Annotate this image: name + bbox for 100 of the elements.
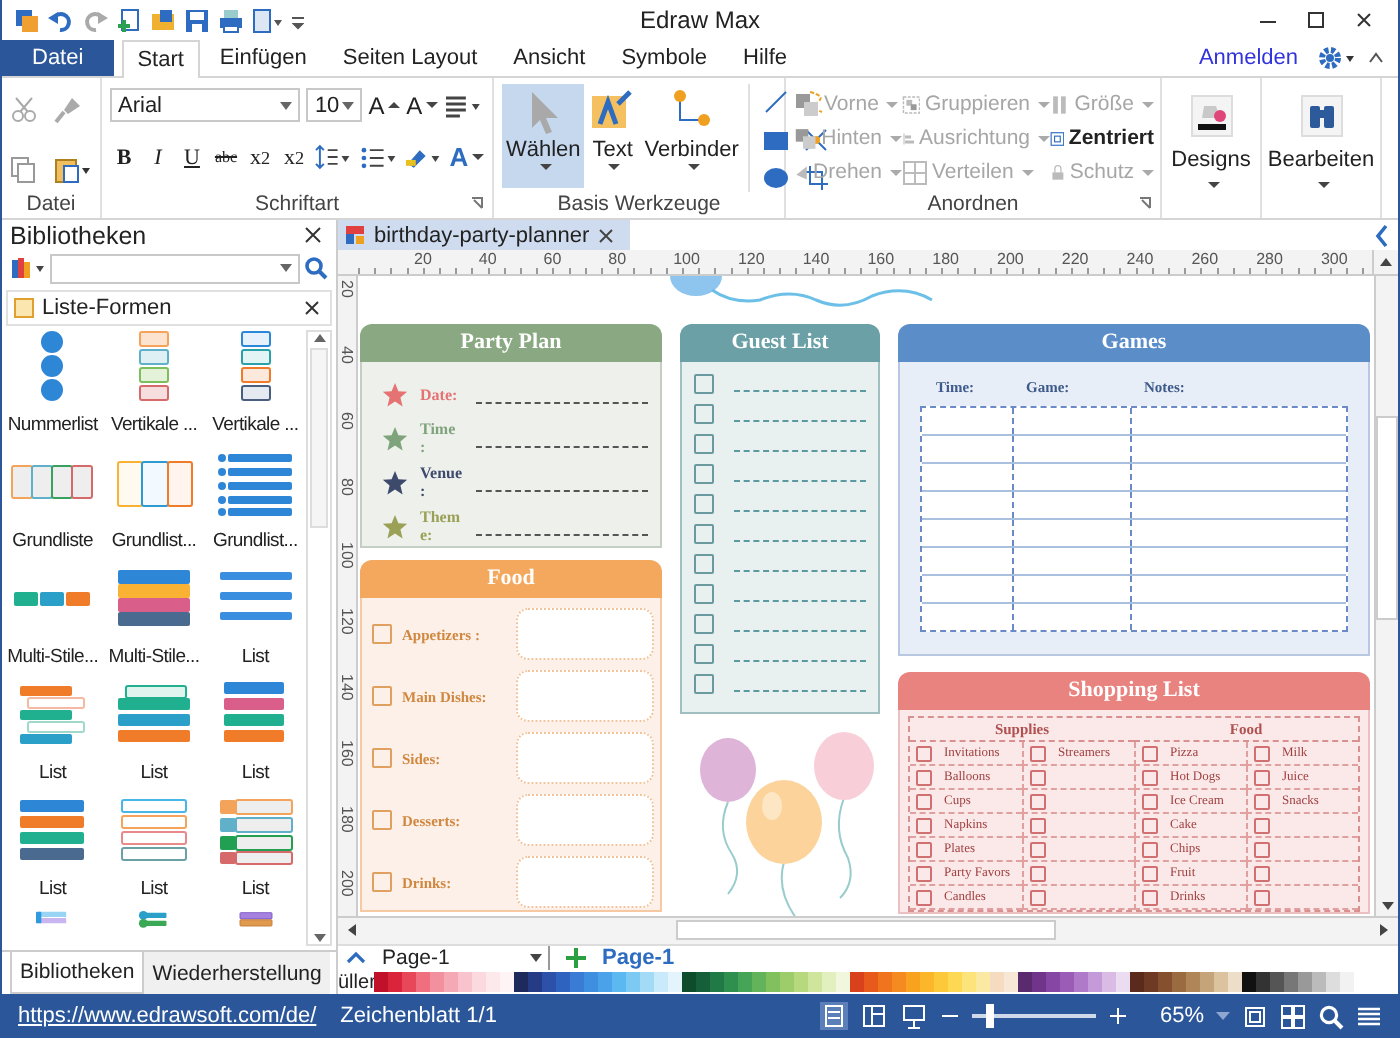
print-icon[interactable] — [218, 7, 244, 33]
color-swatch[interactable] — [542, 972, 556, 993]
color-swatch[interactable] — [878, 972, 892, 993]
color-swatch[interactable] — [808, 972, 822, 993]
color-swatch[interactable] — [724, 972, 738, 993]
color-swatch[interactable] — [710, 972, 724, 993]
color-swatch[interactable] — [738, 972, 752, 993]
fit-page-icon[interactable] — [1242, 1003, 1268, 1029]
color-swatch[interactable] — [570, 972, 584, 993]
checkbox[interactable] — [916, 817, 932, 834]
checkbox[interactable] — [916, 889, 932, 906]
color-swatch[interactable] — [430, 972, 444, 993]
format-painter-icon[interactable] — [54, 96, 82, 124]
checkbox[interactable] — [1030, 817, 1046, 834]
answer-box[interactable] — [516, 732, 654, 785]
color-swatch[interactable] — [1200, 972, 1214, 993]
arrange-button[interactable]: Zentriert — [1050, 122, 1154, 154]
checkbox[interactable] — [694, 554, 714, 575]
designs-button[interactable]: Designs — [1170, 94, 1252, 188]
color-swatch[interactable] — [1340, 972, 1354, 993]
checkbox[interactable] — [1030, 769, 1046, 786]
open-folder-icon[interactable] — [150, 7, 176, 33]
checkbox[interactable] — [372, 872, 392, 893]
color-swatch[interactable] — [892, 972, 906, 993]
color-swatch[interactable] — [864, 972, 878, 993]
checkbox[interactable] — [1254, 817, 1270, 834]
answer-box[interactable] — [516, 856, 654, 909]
checkbox[interactable] — [694, 404, 714, 425]
checkbox[interactable] — [694, 464, 714, 485]
checkbox[interactable] — [916, 769, 932, 786]
color-swatch[interactable] — [1186, 972, 1200, 993]
color-swatch[interactable] — [1256, 972, 1270, 993]
scroll-up-icon[interactable] — [311, 332, 327, 344]
website-link[interactable]: https://www.edrawsoft.com/de/ — [18, 1004, 317, 1028]
checkbox[interactable] — [1254, 889, 1270, 906]
checkbox[interactable] — [694, 374, 714, 395]
page-tab[interactable]: Page-1 — [602, 946, 675, 971]
color-swatch[interactable] — [1088, 972, 1102, 993]
color-swatch[interactable] — [1032, 972, 1046, 993]
font-family-select[interactable]: Arial — [110, 88, 301, 122]
checkbox[interactable] — [1142, 817, 1158, 834]
undo-icon[interactable] — [48, 7, 74, 33]
checkbox[interactable] — [1254, 745, 1270, 762]
font-color-button[interactable]: A — [449, 140, 484, 174]
color-swatch[interactable] — [976, 972, 990, 993]
ribbon-tab[interactable]: Einfügen — [203, 40, 323, 76]
add-page-icon[interactable] — [566, 948, 586, 969]
color-swatch[interactable] — [640, 972, 654, 993]
ribbon-tab[interactable]: Symbole — [605, 40, 724, 76]
color-swatch[interactable] — [668, 972, 682, 993]
color-swatch[interactable] — [948, 972, 962, 993]
color-swatch[interactable] — [1298, 972, 1312, 993]
checkbox[interactable] — [694, 584, 714, 605]
color-swatch[interactable] — [626, 972, 640, 993]
scrollbar[interactable] — [306, 330, 332, 946]
color-swatch[interactable] — [1172, 972, 1186, 993]
color-swatch[interactable] — [920, 972, 934, 993]
zoom-level[interactable]: 65% — [1159, 1004, 1204, 1028]
color-swatch[interactable] — [402, 972, 416, 993]
color-swatch[interactable] — [1116, 972, 1130, 993]
color-swatch[interactable] — [1004, 972, 1018, 993]
color-swatch[interactable] — [1046, 972, 1060, 993]
answer-box[interactable] — [516, 608, 654, 661]
presentation-icon[interactable] — [899, 1002, 928, 1030]
maximize-icon[interactable] — [1306, 10, 1326, 30]
color-swatch[interactable] — [1284, 972, 1298, 993]
color-swatch[interactable] — [682, 972, 696, 993]
rectangle-icon[interactable] — [762, 126, 791, 154]
checkbox[interactable] — [694, 524, 714, 545]
color-swatch[interactable] — [388, 972, 402, 993]
search-field[interactable] — [50, 253, 300, 283]
redo-icon[interactable] — [82, 7, 108, 33]
scroll-thumb[interactable] — [1376, 416, 1398, 621]
save-icon[interactable] — [184, 7, 210, 33]
color-swatch[interactable] — [780, 972, 794, 993]
caret-icon[interactable] — [280, 264, 292, 272]
checkbox[interactable] — [372, 624, 392, 645]
edit-button[interactable]: Bearbeiten — [1270, 94, 1372, 188]
checkbox[interactable] — [916, 793, 932, 810]
color-swatch[interactable] — [612, 972, 626, 993]
collapse-ribbon-icon[interactable] — [1366, 48, 1386, 68]
tool-button[interactable]: Text — [586, 84, 639, 188]
caret-icon[interactable] — [280, 101, 293, 109]
checkbox[interactable] — [1142, 889, 1158, 906]
document-tab[interactable]: birthday-party-planner — [338, 220, 630, 250]
color-swatch[interactable] — [822, 972, 836, 993]
checkbox[interactable] — [1254, 769, 1270, 786]
checkbox[interactable] — [916, 865, 932, 882]
color-swatch[interactable] — [1158, 972, 1172, 993]
scrollbar[interactable] — [1374, 276, 1398, 917]
ribbon-tab[interactable]: Ansicht — [497, 40, 602, 76]
font-size-select[interactable]: 10 — [306, 88, 363, 122]
export-icon[interactable] — [252, 7, 284, 33]
scroll-left-icon[interactable] — [346, 922, 358, 939]
caret-icon[interactable] — [342, 101, 355, 109]
sign-in-link[interactable]: Anmelden — [1198, 46, 1298, 70]
chevron-up-icon[interactable] — [346, 950, 366, 967]
checkbox[interactable] — [1030, 793, 1046, 810]
checkbox[interactable] — [1254, 841, 1270, 858]
color-swatch[interactable] — [472, 972, 486, 993]
